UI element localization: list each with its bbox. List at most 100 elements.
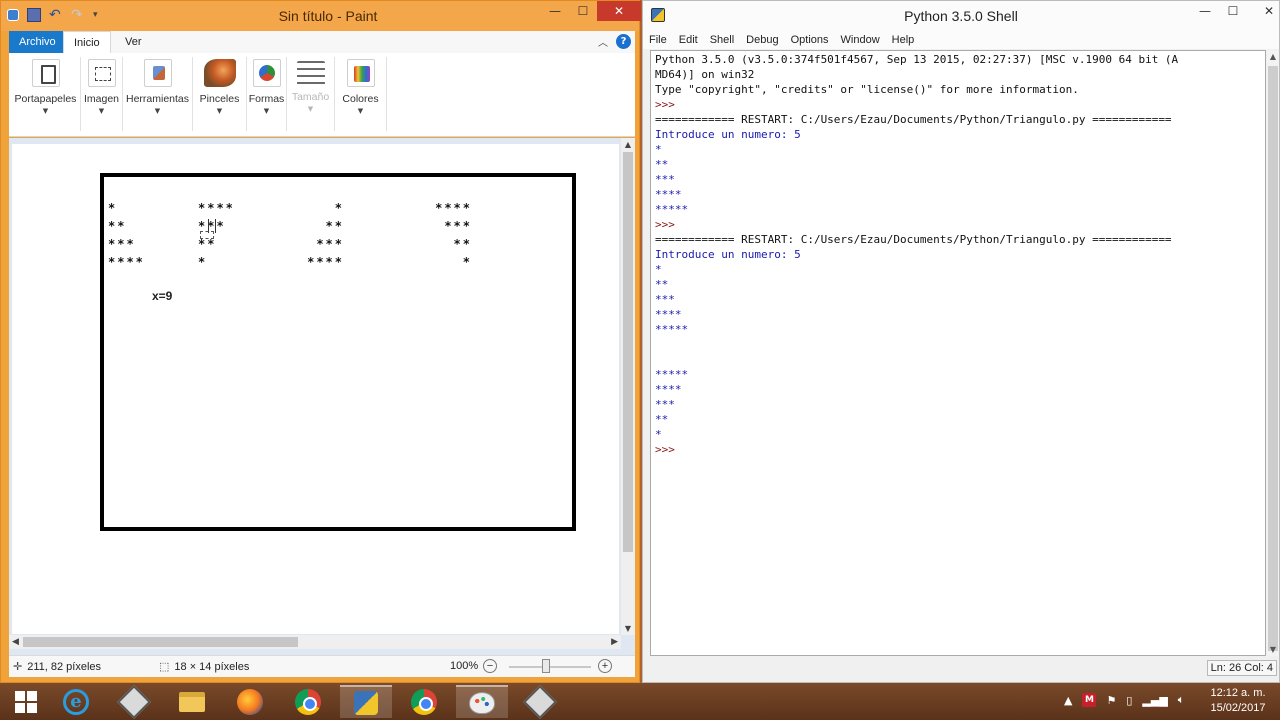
signal-icon[interactable]: ▂▄▆ — [1142, 694, 1167, 707]
start-button[interactable] — [0, 685, 52, 718]
menu-options[interactable]: Options — [785, 31, 835, 49]
close-button[interactable]: ✕ — [1247, 1, 1280, 21]
selection-marquee[interactable] — [200, 231, 214, 239]
ribbon-group-label: Imagen — [83, 93, 120, 105]
scroll-down-icon[interactable]: ▼ — [1267, 645, 1279, 654]
scroll-down-icon[interactable]: ▼ — [621, 624, 635, 633]
ribbon-group-colors[interactable]: Colores ▼ — [335, 57, 387, 131]
shell-line: ** — [655, 158, 669, 171]
shell-line: **** — [655, 188, 682, 201]
taskbar-chrome-2[interactable] — [398, 685, 450, 718]
tab-view[interactable]: Ver — [115, 31, 152, 53]
scroll-thumb[interactable] — [1268, 66, 1278, 651]
shell-titlebar[interactable]: Python 3.5.0 Shell — ☐ ✕ — [643, 1, 1279, 31]
select-icon — [87, 59, 116, 87]
maximize-button[interactable]: ☐ — [569, 1, 597, 21]
ribbon-group-brushes[interactable]: Pinceles ▼ — [193, 57, 247, 131]
clock-date: 15/02/2017 — [1210, 702, 1266, 714]
zoom-out-button[interactable]: − — [483, 659, 497, 673]
chevron-down-icon: ▼ — [216, 107, 223, 115]
menu-help[interactable]: Help — [886, 31, 921, 49]
tab-home[interactable]: Inicio — [63, 31, 111, 53]
selection-size-icon: ⬚ — [159, 661, 170, 673]
ribbon-group-size: Tamaño ▼ — [287, 57, 335, 131]
canvas-area: * ** *** **** **** *** ** * * ** *** ***… — [9, 138, 635, 655]
maximize-button[interactable]: ☐ — [1219, 1, 1247, 21]
star-pattern-1: * ** *** **** — [108, 201, 145, 269]
scroll-up-icon[interactable]: ▲ — [1267, 52, 1279, 61]
zoom-in-button[interactable]: + — [598, 659, 612, 673]
network-adapter-icon[interactable]: ▯ — [1126, 694, 1132, 707]
shell-line: *** — [655, 293, 675, 306]
scroll-thumb[interactable] — [23, 637, 298, 647]
shell-line: *** — [655, 173, 675, 186]
taskbar-internet-explorer[interactable]: e — [50, 685, 102, 718]
ribbon-group-shapes[interactable]: Formas ▼ — [247, 57, 287, 131]
shell-line: ** — [655, 413, 669, 426]
zoom-level: 100% — [450, 660, 479, 672]
scroll-left-icon[interactable]: ◀ — [12, 635, 19, 649]
selection-size-text: 18 × 14 píxeles — [174, 660, 250, 673]
ribbon-group-image[interactable]: Imagen ▼ — [81, 57, 123, 131]
chevron-down-icon: ▼ — [307, 105, 314, 113]
clipboard-icon — [31, 59, 60, 87]
close-button[interactable]: ✕ — [597, 1, 641, 21]
cursor-position-text: 211, 82 píxeles — [27, 660, 102, 673]
zoom-slider-thumb[interactable] — [542, 659, 550, 673]
minimize-button[interactable]: — — [1191, 1, 1219, 21]
canvas-text-label: x=9 — [152, 289, 173, 303]
tab-file[interactable]: Archivo — [9, 31, 66, 53]
minimize-button[interactable]: — — [541, 1, 569, 21]
colors-icon — [346, 59, 375, 87]
taskbar-python-idle[interactable] — [340, 685, 392, 718]
shell-line: Python 3.5.0 (v3.5.0:374f501f4567, Sep 1… — [655, 53, 1179, 66]
collapse-ribbon-icon[interactable]: ︿ — [598, 34, 608, 49]
taskbar-app[interactable] — [108, 684, 160, 719]
show-hidden-icons-icon[interactable]: ▲ — [1064, 694, 1072, 707]
canvas[interactable]: * ** *** **** **** *** ** * * ** *** ***… — [12, 144, 619, 634]
ribbon-group-tools[interactable]: Herramientas ▼ — [123, 57, 193, 131]
scroll-right-icon[interactable]: ▶ — [611, 635, 618, 649]
ribbon-group-label: Colores — [342, 93, 379, 105]
python-icon — [354, 690, 378, 715]
scroll-thumb[interactable] — [623, 152, 633, 552]
vertical-scrollbar[interactable]: ▲ ▼ — [1267, 50, 1279, 656]
shell-line: **** — [655, 383, 682, 396]
menu-file[interactable]: File — [643, 31, 673, 49]
menu-window[interactable]: Window — [835, 31, 886, 49]
horizontal-scrollbar[interactable]: ◀ ▶ — [9, 635, 621, 649]
menu-shell[interactable]: Shell — [704, 31, 740, 49]
taskbar-firefox[interactable] — [224, 685, 276, 718]
scroll-up-icon[interactable]: ▲ — [621, 140, 635, 149]
shell-line: ============ RESTART: C:/Users/Ezau/Docu… — [655, 233, 1172, 246]
taskbar-app-2[interactable] — [514, 684, 566, 719]
chevron-down-icon: ▼ — [263, 107, 270, 115]
shell-line: ** — [655, 278, 669, 291]
chevron-down-icon: ▼ — [42, 107, 49, 115]
vertical-scrollbar[interactable]: ▲ ▼ — [621, 138, 635, 635]
shapes-icon — [252, 59, 281, 87]
taskbar-paint[interactable] — [456, 685, 508, 718]
shell-window-controls: — ☐ ✕ — [1191, 1, 1280, 21]
flag-icon[interactable]: ⚑ — [1106, 694, 1116, 707]
selection-size: ⬚ 18 × 14 píxeles — [159, 660, 250, 674]
zoom-slider-track[interactable] — [509, 666, 591, 668]
star-pattern-3: * ** *** **** — [307, 201, 344, 269]
taskbar-file-explorer[interactable] — [166, 685, 218, 718]
menu-edit[interactable]: Edit — [673, 31, 704, 49]
shell-output[interactable]: Python 3.5.0 (v3.5.0:374f501f4567, Sep 1… — [650, 50, 1266, 656]
taskbar-chrome[interactable] — [282, 685, 334, 718]
volume-icon[interactable]: 🔈︎ — [1178, 693, 1185, 707]
taskbar-clock[interactable]: 12:12 a. m. 15/02/2017 — [1200, 686, 1276, 716]
shell-line: *** — [655, 398, 675, 411]
ribbon-group-clipboard[interactable]: Portapapeles ▼ — [11, 57, 81, 131]
ribbon-group-label: Portapapeles — [14, 93, 77, 105]
app-icon — [117, 684, 151, 719]
shell-line: ***** — [655, 203, 689, 216]
chevron-down-icon: ▼ — [357, 107, 364, 115]
menu-debug[interactable]: Debug — [740, 31, 784, 49]
shell-statusbar: Ln: 26 Col: 4 — [643, 657, 1279, 681]
help-icon[interactable]: ? — [616, 34, 631, 49]
paint-titlebar[interactable]: ↶ ↷ ▾ Sin título - Paint — ☐ ✕ — [1, 1, 641, 31]
mcafee-icon[interactable]: M — [1082, 693, 1097, 707]
